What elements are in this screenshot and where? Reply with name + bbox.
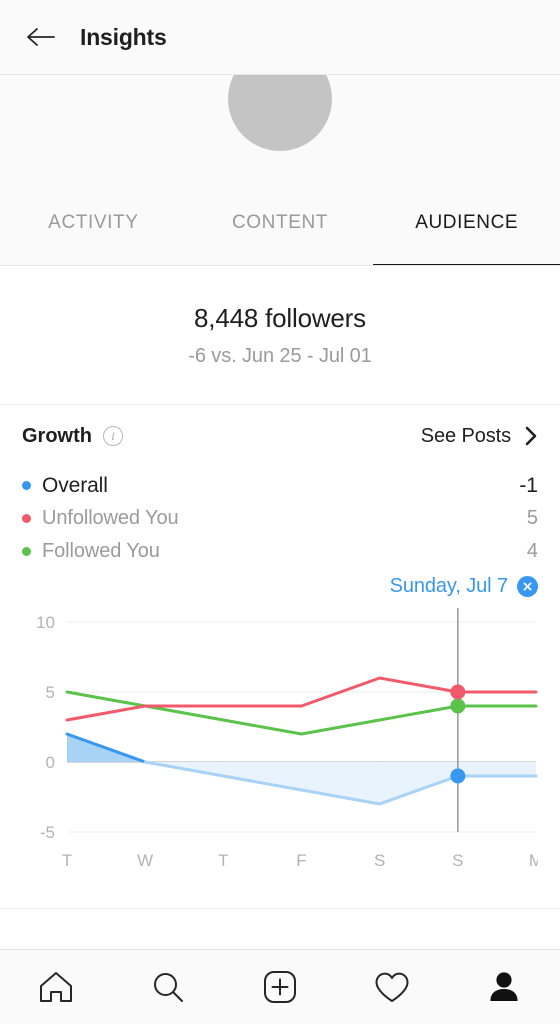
x-axis-tick-label: F	[296, 851, 306, 870]
nav-search[interactable]	[112, 950, 224, 1024]
overall-area-negative	[457, 762, 536, 776]
tab-audience[interactable]: AUDIENCE	[373, 198, 560, 266]
nav-home[interactable]	[0, 950, 112, 1024]
heart-icon	[375, 972, 409, 1002]
selected-day-label: Sunday, Jul 7	[389, 574, 509, 597]
see-posts-button[interactable]: See Posts	[421, 425, 538, 448]
tab-activity[interactable]: ACTIVITY	[0, 198, 187, 266]
card-divider	[0, 908, 560, 909]
back-button[interactable]	[18, 15, 62, 59]
see-posts-label: See Posts	[420, 424, 511, 447]
bottom-navigation	[0, 949, 560, 1024]
y-axis-tick-label: 0	[46, 753, 55, 772]
legend-item-unfollowed[interactable]: Unfollowed You 5	[22, 502, 538, 535]
nav-profile[interactable]	[448, 950, 560, 1024]
tab-activity-label: ACTIVITY	[48, 212, 139, 233]
legend-value-followed: 4	[526, 540, 538, 562]
x-axis-tick-label: T	[62, 851, 72, 870]
legend-dot-overall	[22, 481, 31, 490]
legend-label-followed: Followed You	[42, 540, 160, 562]
legend-dot-unfollowed	[22, 514, 31, 523]
y-axis-tick-label: 10	[36, 613, 55, 632]
tabs-divider	[0, 265, 560, 266]
selected-point-marker	[450, 698, 466, 714]
followers-summary: 8,448 followers -6 vs. Jun 25 - Jul 01	[0, 266, 560, 405]
page-title: Insights	[80, 23, 167, 50]
tab-content[interactable]: CONTENT	[187, 198, 374, 266]
x-axis-tick-label: S	[374, 851, 385, 870]
legend-value-overall: -1	[519, 473, 538, 497]
legend-value-unfollowed: 5	[526, 507, 538, 529]
overall-area-negative	[223, 762, 302, 790]
growth-card: Growth i See Posts Overall -1 Unfollowed…	[0, 405, 560, 898]
legend-item-overall[interactable]: Overall -1	[22, 469, 538, 502]
growth-chart-svg: 10 5 0 -5 T W T F S S M	[36, 608, 538, 870]
legend-dot-followed	[22, 547, 31, 556]
tab-audience-label: AUDIENCE	[415, 212, 519, 233]
y-axis-tick-label: -5	[40, 823, 55, 842]
x-axis-tick-label: T	[218, 851, 228, 870]
avatar	[228, 75, 332, 151]
add-post-icon	[264, 971, 296, 1003]
followers-count: 8,448 followers	[194, 303, 366, 333]
x-axis-tick-label: M	[529, 851, 538, 870]
x-axis-tick-label: W	[137, 851, 153, 870]
followers-delta: -6 vs. Jun 25 - Jul 01	[188, 345, 372, 367]
legend-item-followed[interactable]: Followed You 4	[22, 535, 538, 568]
close-icon[interactable]	[517, 575, 538, 597]
legend-label-overall: Overall	[42, 473, 108, 497]
home-icon	[40, 972, 72, 1002]
profile-skeleton-area	[0, 75, 560, 198]
profile-icon	[490, 972, 518, 1001]
x-axis-tick-label: S	[452, 851, 463, 870]
chart-legend: Overall -1 Unfollowed You 5 Followed You…	[22, 467, 538, 568]
close-x-glyph	[523, 582, 532, 590]
overall-area-negative	[379, 762, 458, 804]
growth-header: Growth i See Posts	[22, 405, 538, 467]
selected-point-marker	[450, 768, 466, 784]
growth-title: Growth	[22, 424, 92, 447]
arrow-left-icon	[27, 28, 55, 46]
chevron-right-icon	[525, 426, 537, 446]
selected-point-marker	[450, 684, 466, 700]
selected-day-row: Sunday, Jul 7	[22, 568, 538, 604]
series-line	[65, 690, 538, 736]
insights-tabs: ACTIVITY CONTENT AUDIENCE	[0, 198, 560, 266]
legend-label-unfollowed: Unfollowed You	[42, 507, 179, 529]
series-line	[65, 676, 538, 722]
app-header: Insights	[0, 0, 560, 75]
info-icon[interactable]: i	[103, 426, 123, 446]
nav-activity[interactable]	[336, 950, 448, 1024]
nav-add-post[interactable]	[224, 950, 336, 1024]
y-axis-tick-label: 5	[46, 683, 55, 702]
growth-chart[interactable]: 10 5 0 -5 T W T F S S M	[22, 608, 538, 898]
search-icon	[154, 973, 183, 1002]
tab-content-label: CONTENT	[231, 212, 329, 233]
